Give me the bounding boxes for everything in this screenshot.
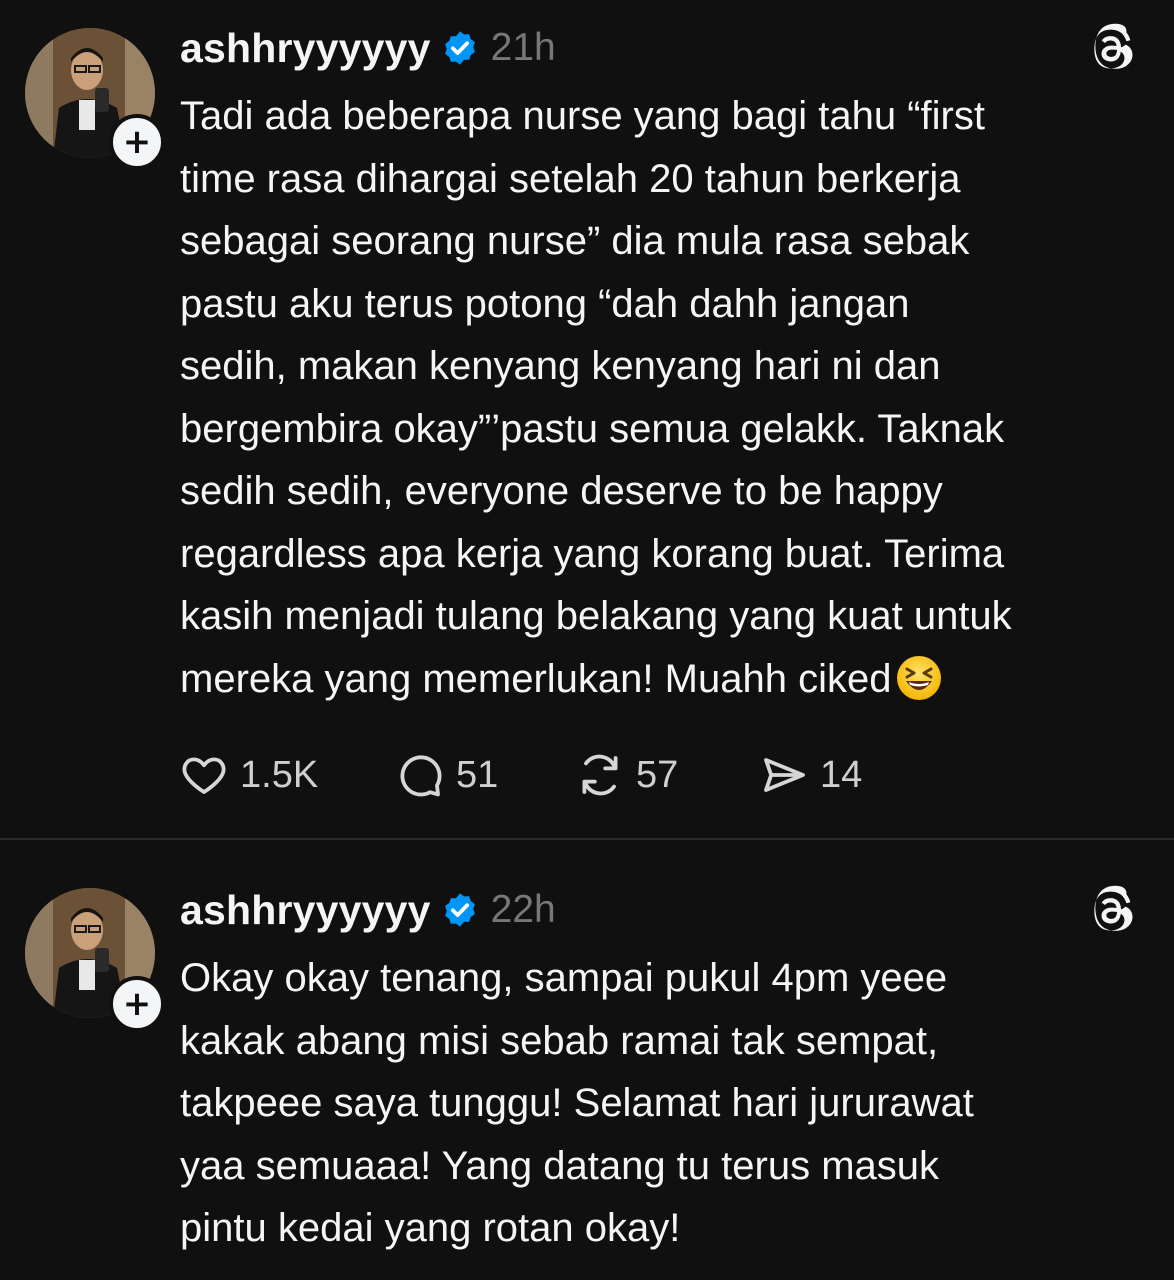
like-count: 1.5K xyxy=(240,753,319,796)
comment-bubble-icon xyxy=(400,755,442,797)
thread-post[interactable]: + ashhryyyyyy 21h Tadi ada beberapa nurs… xyxy=(0,0,1174,838)
repost-count: 57 xyxy=(636,753,679,796)
post-body: Tadi ada beberapa nurse yang bagi tahu “… xyxy=(180,85,1150,710)
repost-button[interactable]: 57 xyxy=(576,748,678,802)
follow-plus-button[interactable]: + xyxy=(109,114,165,170)
reply-button[interactable]: 51 xyxy=(396,748,498,802)
post-header: ashhryyyyyy 21h xyxy=(180,20,556,76)
post-time: 21h xyxy=(490,26,556,69)
threads-logo-icon[interactable] xyxy=(1084,884,1138,938)
post-actions: 1.5K 51 57 14 xyxy=(180,748,1080,802)
like-button[interactable]: 1.5K xyxy=(180,748,318,802)
post-body: Okay okay tenang, sampai pukul 4pm yeee … xyxy=(180,947,1150,1260)
username[interactable]: ashhryyyyyy xyxy=(180,887,431,934)
share-count: 14 xyxy=(820,753,863,796)
verified-badge-icon xyxy=(444,31,475,65)
send-icon xyxy=(764,758,805,792)
reply-count: 51 xyxy=(456,753,499,796)
post-text: Tadi ada beberapa nurse yang bagi tahu “… xyxy=(180,94,1012,701)
post-header: ashhryyyyyy 22h xyxy=(180,882,556,938)
threads-logo-icon[interactable] xyxy=(1084,22,1138,76)
post-text: Okay okay tenang, sampai pukul 4pm yeee … xyxy=(180,956,974,1250)
username[interactable]: ashhryyyyyy xyxy=(180,25,431,72)
post-time: 22h xyxy=(490,888,556,931)
share-button[interactable]: 14 xyxy=(760,748,862,802)
repost-icon xyxy=(582,754,618,796)
verified-badge-icon xyxy=(444,893,475,927)
laughing-squinting-face-icon xyxy=(897,655,942,700)
heart-icon xyxy=(182,757,226,794)
thread-post[interactable]: + ashhryyyyyy 22h Okay okay tenang, samp… xyxy=(0,840,1174,1280)
follow-plus-button[interactable]: + xyxy=(109,976,165,1032)
